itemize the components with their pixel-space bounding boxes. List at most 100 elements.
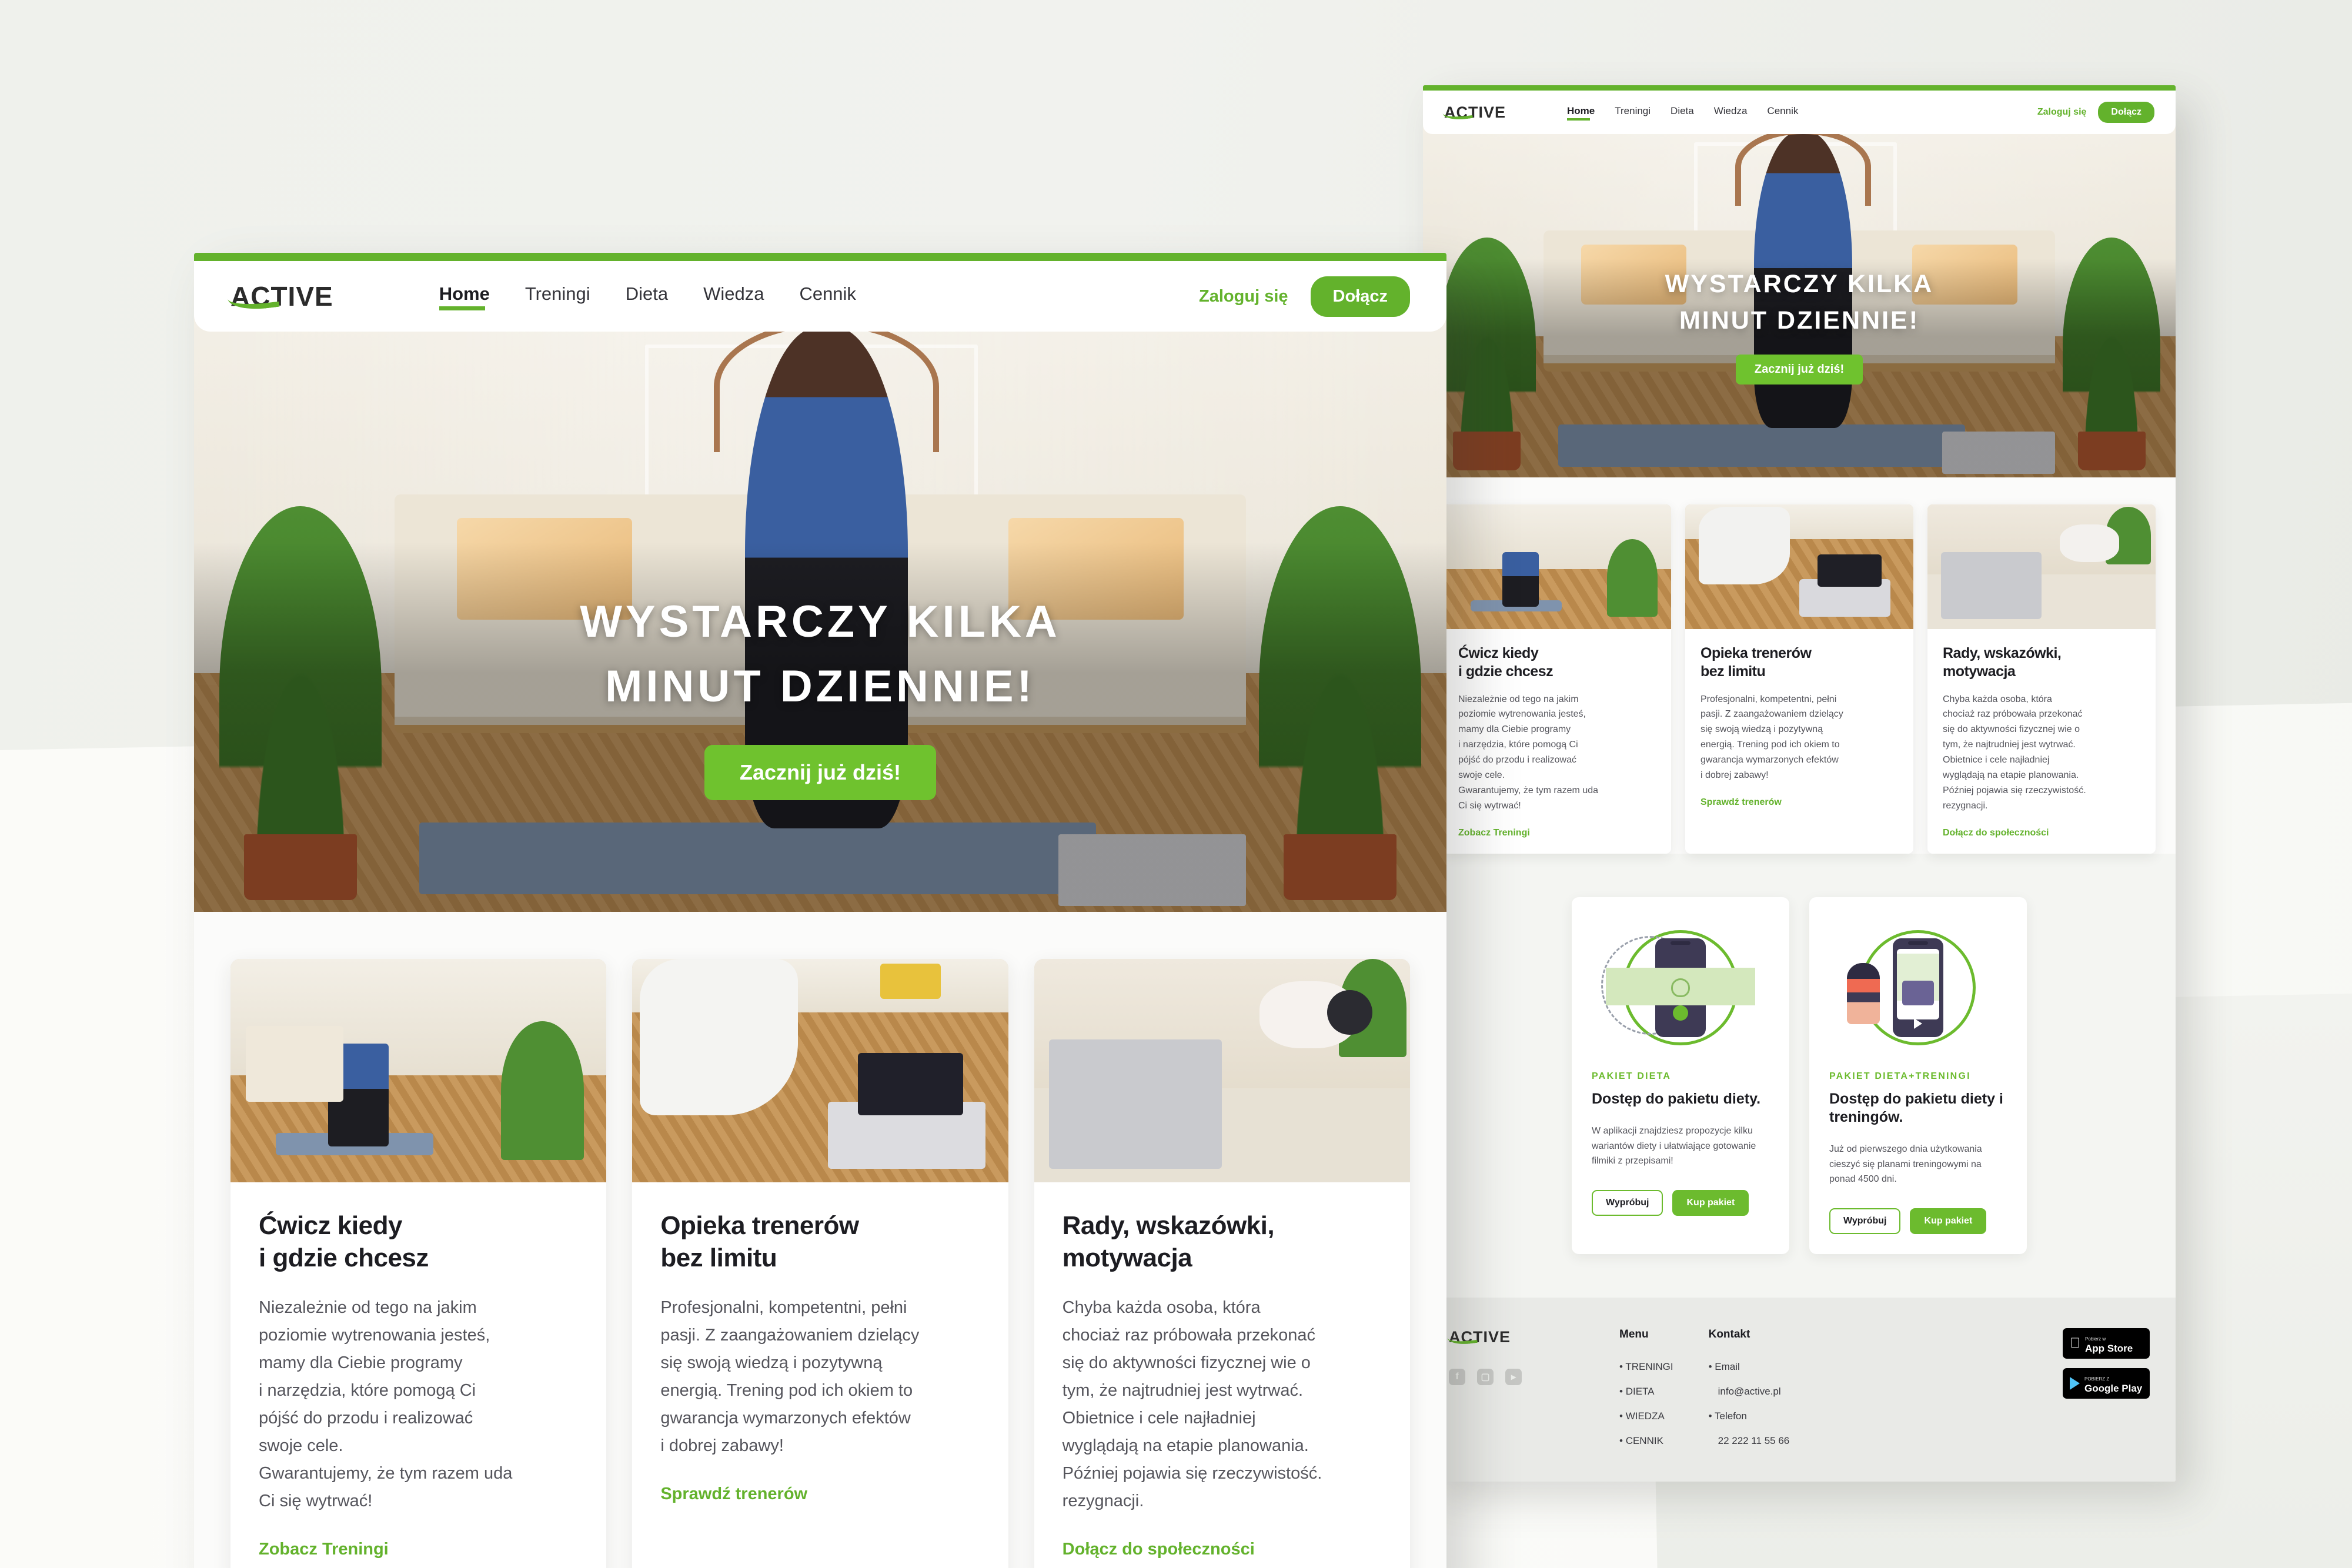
hero-content-secondary: WYSTARCZY KILKA MINUT DZIENNIE! Zacznij … — [1423, 266, 2176, 385]
buy-package-button[interactable]: Kup pakiet — [1672, 1189, 1749, 1216]
site-footer: ACTIVE f ▢ ▸ Menu TRENINGI DIETA WIEDZA … — [1423, 1298, 2176, 1482]
feature-card-title-l1: Rady, wskazówki, — [1062, 1211, 1275, 1240]
feature-card-image — [1034, 959, 1410, 1182]
feature-card-body: Opieka trenerów bez limitu Profesjonalni,… — [1685, 629, 1913, 808]
phone-notch — [1908, 941, 1928, 945]
card-photo-person — [2060, 524, 2119, 562]
package-illustration-diet — [1592, 917, 1769, 1058]
feature-card: Opieka trenerów bez limitu Profesjonalni,… — [1685, 504, 1913, 854]
hero-cta-button[interactable]: Zacznij już dziś! — [1735, 354, 1863, 385]
nav-item-dieta[interactable]: Dieta — [1671, 105, 1694, 120]
nav-item-cennik[interactable]: Cennik — [799, 283, 856, 309]
facebook-icon[interactable]: f — [1449, 1369, 1465, 1386]
app-store-title: App Store — [2074, 1342, 2133, 1354]
app-store-badge[interactable]:  Pobierz w App Store — [2063, 1328, 2150, 1359]
google-play-badge[interactable]: POBIERZ Z Google Play — [2063, 1368, 2150, 1399]
footer-logo[interactable]: ACTIVE — [1447, 1328, 1584, 1347]
join-button[interactable]: Dołącz — [2098, 102, 2154, 123]
feature-card-image — [1685, 504, 1913, 629]
feature-card-title: Rady, wskazówki, motywacja — [1063, 1209, 1382, 1274]
primary-page-mockup: ACTIVE Home Treningi Dieta Wiedza Cennik… — [194, 253, 1446, 1568]
login-link[interactable]: Zaloguj się — [1199, 287, 1288, 306]
phone-notch — [1671, 941, 1690, 945]
logo-secondary[interactable]: ACTIVE — [1442, 103, 1506, 122]
feature-card-title: Ćwicz kiedy i gdzie chcesz — [259, 1209, 578, 1274]
hero-cta-button[interactable]: Zacznij już dziś! — [704, 745, 937, 801]
instagram-icon[interactable]: ▢ — [1477, 1369, 1494, 1386]
try-package-button[interactable]: Wypróbuj — [1829, 1208, 1901, 1235]
footer-menu-item[interactable]: DIETA — [1619, 1386, 1673, 1398]
card-photo-person — [1502, 551, 1539, 607]
hero-headline-line1: WYSTARCZY KILKA — [1665, 270, 1934, 298]
footer-phone-label: Telefon — [1709, 1410, 1790, 1422]
feature-card-link[interactable]: Zobacz Treningi — [259, 1540, 389, 1559]
feature-card-title-l2: bez limitu — [1700, 663, 1766, 680]
hero-section: WYSTARCZY KILKA MINUT DZIENNIE! Zacznij … — [194, 315, 1446, 912]
nav-item-treningi[interactable]: Treningi — [525, 283, 590, 309]
footer-menu-heading: Menu — [1619, 1328, 1649, 1341]
hero-section-secondary: WYSTARCZY KILKA MINUT DZIENNIE! Zacznij … — [1423, 125, 2176, 477]
feature-card-text: Chyba każda osoba, która chociaż raz pró… — [1062, 1298, 1322, 1510]
app-store-badges:  Pobierz w App Store POBIERZ Z Google P… — [2063, 1328, 2150, 1460]
feature-card-text: Niezależnie od tego na jakim poziomie wy… — [259, 1298, 513, 1510]
nav-item-cennik[interactable]: Cennik — [1767, 105, 1798, 120]
footer-phone-value[interactable]: 22 222 11 55 66 — [1718, 1435, 1790, 1447]
login-link[interactable]: Zaloguj się — [2037, 107, 2087, 118]
try-package-button[interactable]: Wypróbuj — [1592, 1189, 1663, 1216]
feature-card-link[interactable]: Sprawdź trenerów — [1700, 797, 1782, 808]
youtube-icon[interactable]: ▸ — [1505, 1369, 1522, 1386]
join-button[interactable]: Dołącz — [1310, 276, 1410, 317]
nav-item-home[interactable]: Home — [1567, 105, 1595, 121]
nav-links-secondary: Home Treningi Dieta Wiedza Cennik — [1567, 105, 1798, 121]
feature-card-title: Rady, wskazówki, motywacja — [1943, 644, 2140, 681]
apple-logo-icon:  — [2070, 1336, 2080, 1350]
feature-card-title-l2: bez limitu — [660, 1243, 777, 1272]
card-photo-plant — [1607, 539, 1658, 617]
feature-card-link[interactable]: Zobacz Treningi — [1458, 828, 1530, 838]
footer-email-label: Email — [1709, 1361, 1790, 1373]
feature-card-title-l1: Ćwicz kiedy — [259, 1211, 402, 1240]
feature-card-image — [230, 959, 607, 1182]
feature-card-text: Niezależnie od tego na jakim poziomie wy… — [1458, 694, 1599, 811]
secondary-page-mockup: ACTIVE Home Treningi Dieta Wiedza Cennik… — [1423, 85, 2176, 1482]
feature-card-text: Profesjonalni, kompetentni, pełni pasji.… — [660, 1298, 920, 1455]
feature-card-body: Opieka trenerów bez limitu Profesjonalni,… — [632, 1182, 1008, 1504]
feature-card-title-l1: Opieka trenerów — [660, 1211, 859, 1240]
buy-package-button[interactable]: Kup pakiet — [1910, 1208, 1987, 1235]
feature-card: Opieka trenerów bez limitu Profesjonalni,… — [632, 959, 1008, 1568]
nav-item-home[interactable]: Home — [439, 283, 490, 310]
card-photo-screen — [857, 1052, 963, 1115]
feature-card-link[interactable]: Dołącz do społeczności — [1943, 828, 2049, 838]
card-photo-person — [1699, 507, 1790, 584]
footer-menu-item[interactable]: CENNIK — [1619, 1435, 1673, 1447]
nav-item-treningi[interactable]: Treningi — [1615, 105, 1651, 120]
app-store-subtitle: Pobierz w — [2074, 1336, 2106, 1342]
navbar-secondary: ACTIVE Home Treningi Dieta Wiedza Cennik… — [1423, 91, 2176, 134]
nav-item-wiedza[interactable]: Wiedza — [703, 283, 764, 309]
plus-button-icon — [1673, 1005, 1688, 1021]
feature-card-link[interactable]: Sprawdź trenerów — [660, 1485, 807, 1504]
google-play-text: POBIERZ Z Google Play — [2084, 1373, 2142, 1395]
runner-illustration — [1847, 962, 1880, 1024]
footer-email-value[interactable]: info@active.pl — [1718, 1386, 1790, 1398]
feature-card-link[interactable]: Dołącz do społeczności — [1063, 1540, 1255, 1559]
package-body: Już od pierwszego dnia użytkowania ciesz… — [1829, 1144, 1982, 1185]
logo[interactable]: ACTIVE — [227, 280, 333, 313]
nav-item-dieta[interactable]: Dieta — [626, 283, 668, 309]
card-photo-stool — [880, 963, 941, 999]
package-illustration-training — [1829, 917, 2007, 1058]
hero-content: WYSTARCZY KILKA MINUT DZIENNIE! Zacznij … — [194, 590, 1446, 801]
feature-card-title: Opieka trenerów bez limitu — [660, 1209, 980, 1274]
footer-phone-list: Telefon — [1709, 1410, 1790, 1422]
play-icon — [1914, 1018, 1922, 1029]
feature-card-title-l1: Rady, wskazówki, — [1943, 645, 2062, 661]
nav-item-wiedza[interactable]: Wiedza — [1714, 105, 1748, 120]
footer-menu-item[interactable]: WIEDZA — [1619, 1410, 1673, 1422]
footer-menu-item[interactable]: TRENINGI — [1619, 1361, 1673, 1373]
brand-top-bar — [194, 253, 1446, 261]
feature-card: Ćwicz kiedy i gdzie chcesz Niezależnie od… — [230, 959, 607, 1568]
feature-cards-secondary: Ćwicz kiedy i gdzie chcesz Niezależnie od… — [1423, 477, 2176, 854]
package-body: W aplikacji znajdziesz propozycje kilku … — [1592, 1126, 1756, 1166]
phone-icon — [1893, 938, 1943, 1037]
footer-brand-column: ACTIVE f ▢ ▸ — [1447, 1328, 1584, 1460]
